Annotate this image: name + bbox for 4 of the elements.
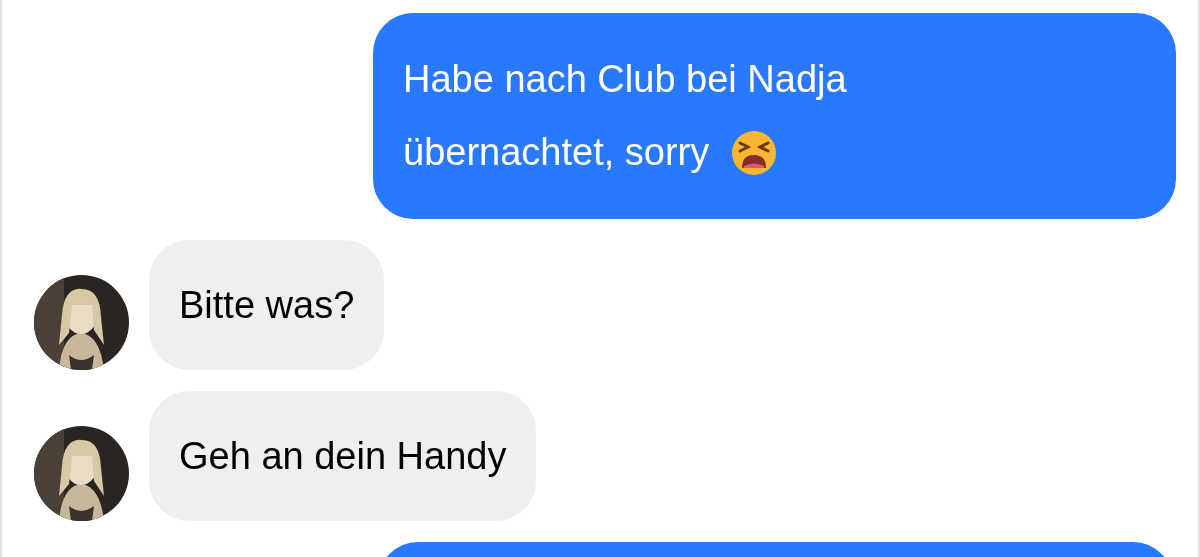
message-text: Geh an dein Handy xyxy=(179,434,507,479)
message-text: Habe nach Club bei Nadja xyxy=(403,57,847,102)
message-text: übernachtet, sorry xyxy=(403,130,710,175)
message-text: Bitte was? xyxy=(179,283,355,328)
